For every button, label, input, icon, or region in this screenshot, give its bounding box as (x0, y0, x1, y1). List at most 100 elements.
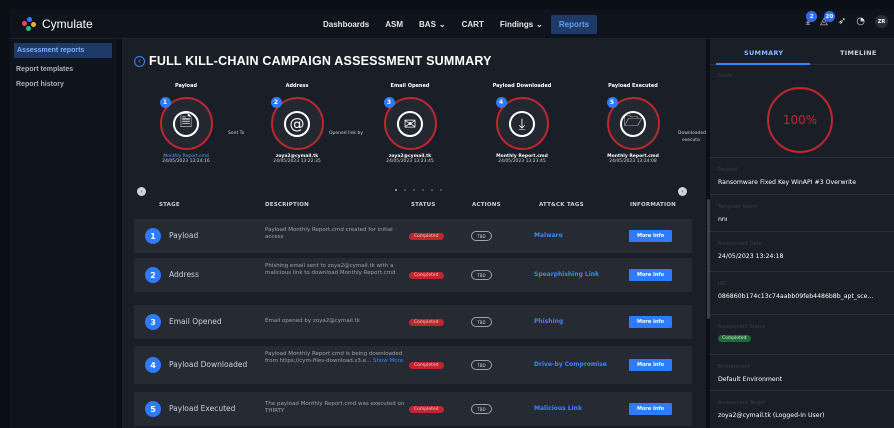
action-button[interactable]: TBD (471, 317, 492, 327)
notification-badge: 2 (806, 11, 818, 22)
rocket-icon[interactable]: ➶ (838, 16, 846, 27)
nav-label: Dashboards (323, 20, 370, 29)
tab-timeline[interactable]: TIMELINE (840, 49, 877, 57)
sidebar-item-assessment-reports[interactable]: Assessment reports (14, 43, 112, 58)
active-tab-indicator (716, 63, 810, 65)
row-stage: Email Opened (169, 317, 222, 326)
panel-tabs: SUMMARY TIMELINE (710, 39, 894, 65)
row-description: Phishing email sent to zoya2@cymail.tk w… (265, 263, 405, 277)
carousel-dots[interactable] (395, 189, 442, 191)
chevron-left-icon[interactable]: ‹ (137, 187, 146, 196)
field-value: Ransomware Fixed Key WinAPI #3 Overwrite (718, 179, 857, 186)
main-panel: ‹ FULL KILL-CHAIN CAMPAIGN ASSESSMENT SU… (122, 39, 710, 428)
attack-tag-link[interactable]: Malicious Link (534, 405, 582, 412)
nav-findings[interactable]: Findings ⌄ (492, 15, 551, 34)
field-assessment-date: Assessment Date 24/05/2023 13:24:18 (710, 231, 894, 271)
more-info-button[interactable]: More Info (629, 403, 672, 415)
connector-label: executa (682, 138, 700, 143)
step-date: 24/05/2023 13:22:35 (273, 159, 321, 164)
chain-step[interactable]: Payload 1 🗎 Monthly Report.cmd 24/05/2023… (131, 83, 241, 164)
nav-dashboards[interactable]: Dashboards (315, 15, 377, 34)
score-gauge: 100% (767, 87, 833, 153)
table-row: 1 Payload Payload Monthly Report.cmd cre… (134, 219, 692, 253)
download-icon[interactable]: ⤓ 2 (806, 11, 818, 27)
back-icon[interactable]: ‹ (134, 55, 145, 67)
field-payload: Payload Ransomware Fixed Key WinAPI #3 O… (710, 157, 894, 194)
row-description: Payload Monthly Report.cmd is being down… (265, 351, 405, 365)
notification-badge: 20 (823, 11, 835, 22)
field-label: Template Name (718, 204, 758, 210)
status-badge: Completed (409, 233, 444, 240)
chain-step[interactable]: Email Opened 3 ✉ zoya2@cymail.tk 24/05/20… (355, 83, 465, 164)
chain-step[interactable]: Address 2 @ zoya2@cymail.tk 24/05/2023 13… (242, 83, 352, 164)
row-number: 1 (145, 228, 161, 244)
app-window: Cymulate Dashboards ASM BAS ⌄ CART Findin… (0, 0, 894, 428)
sidebar-item-report-templates[interactable]: Report templates (10, 62, 116, 77)
field-environment: Environment Default Environment (710, 354, 894, 390)
more-info-button[interactable]: More Info (629, 316, 672, 328)
chain-step[interactable]: Payload Executed 5 🗁 Monthly Report.cmd 2… (578, 83, 688, 164)
nav-label: Reports (558, 20, 590, 29)
row-description: Email opened by zoya2@cymail.tk (265, 318, 405, 325)
avatar[interactable]: ZR (875, 15, 888, 28)
envelope-open-icon: ✉ (397, 110, 423, 137)
step-name: Payload (174, 83, 198, 89)
at-icon: @ (284, 110, 310, 137)
table-row: 2 Address Phishing email sent to zoya2@c… (134, 258, 692, 292)
chain-step[interactable]: Payload Downloaded 4 ⤓ Monthly Report.cmd… (467, 83, 577, 164)
more-info-button[interactable]: More Info (629, 269, 672, 281)
sidebar-item-report-history[interactable]: Report history (10, 77, 116, 92)
nav-bas[interactable]: BAS ⌄ (411, 15, 454, 34)
field-assessment-target: Assessment Target zoya2@cymail.tk (Logge… (710, 390, 894, 428)
help-icon[interactable]: ◔ (856, 16, 865, 27)
nav-label: ASM (385, 20, 404, 29)
step-date: 24/05/2023 13:23:45 (386, 159, 434, 164)
row-number: 5 (145, 401, 161, 417)
attack-tag-link[interactable]: Phishing (534, 318, 563, 325)
logo[interactable]: Cymulate (22, 17, 93, 31)
row-description-text: Email opened by zoya2@cymail.tk (265, 318, 360, 324)
download-icon: ⤓ (509, 110, 535, 137)
row-number: 3 (145, 314, 161, 330)
attack-tag-link[interactable]: Malware (534, 232, 563, 239)
row-description-text: The payload Monthly Report.cmd was execu… (265, 401, 405, 414)
step-ring: 3 ✉ (383, 97, 437, 150)
step-ring: 1 🗎 (159, 97, 213, 150)
connector-label: Downloaded (678, 131, 706, 136)
tab-summary[interactable]: SUMMARY (744, 49, 783, 57)
row-stage: Payload Executed (169, 404, 236, 413)
bell-icon[interactable]: ◬ 20 (820, 11, 835, 27)
step-ring: 4 ⤓ (495, 97, 549, 150)
action-button[interactable]: TBD (471, 404, 492, 414)
attack-tag-link[interactable]: Drive-by Compromise (534, 361, 607, 368)
field-value: Default Environment (718, 376, 783, 383)
nav-label: BAS (419, 20, 436, 29)
main-nav: Dashboards ASM BAS ⌄ CART Findings ⌄ Repor… (315, 10, 598, 39)
more-info-button[interactable]: More Info (629, 230, 672, 242)
sidebar: Assessment reports Report templates Repo… (10, 39, 116, 428)
nav-asm[interactable]: ASM (377, 15, 411, 34)
row-description-text: Phishing email sent to zoya2@cymail.tk w… (265, 263, 396, 276)
file-run-icon: 🗁 (620, 110, 646, 137)
step-number: 5 (606, 97, 618, 108)
app-name: Cymulate (42, 17, 93, 31)
action-button[interactable]: TBD (471, 360, 492, 370)
nav-label: CART (461, 20, 484, 29)
chevron-right-icon[interactable]: › (678, 187, 687, 196)
field-value: 086860b174c13c74aabb09feb4486b8b_apt_sce… (718, 293, 874, 300)
status-badge: Completed (409, 319, 444, 326)
action-button[interactable]: TBD (471, 270, 492, 280)
attack-tag-link[interactable]: Spearphishing Link (534, 271, 599, 278)
field-label: Assessment Target (718, 400, 766, 406)
table-row: 4 Payload Downloaded Payload Monthly Rep… (134, 346, 692, 384)
show-more-link[interactable]: Show More (373, 358, 403, 364)
nav-cart[interactable]: CART (454, 15, 492, 34)
action-button[interactable]: TBD (471, 231, 492, 241)
nav-reports[interactable]: Reports (550, 15, 598, 34)
step-number: 3 (383, 97, 395, 108)
more-info-button[interactable]: More Info (629, 359, 672, 371)
document-icon: 🗎 (173, 110, 199, 137)
column-header-description: DESCRIPTION (265, 202, 309, 208)
step-ring: 5 🗁 (606, 97, 660, 150)
field-ioc: IOC 086860b174c13c74aabb09feb4486b8b_apt… (710, 271, 894, 314)
